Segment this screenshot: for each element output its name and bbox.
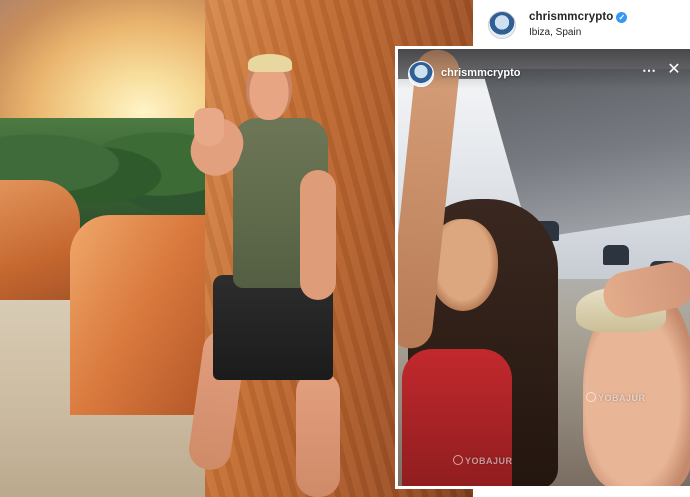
watermark: YOBAJUR [453,455,513,466]
profile-username[interactable]: chrismmcrypto ✓ [529,11,628,23]
person-leg-right [296,372,340,497]
watermark-logo-icon [586,392,596,402]
story-username[interactable]: chrismmcrypto [441,67,520,79]
watermark-logo-icon [453,455,463,465]
watermark: YOBAJUR [586,392,646,403]
boat-seat [603,245,629,265]
close-icon[interactable]: ✕ [666,62,682,78]
profile-location[interactable]: Ibiza, Spain [529,27,581,38]
profile-username-text[interactable]: chrismmcrypto [529,11,613,23]
cliff-left [0,180,80,310]
more-options-icon[interactable]: ⋯ [641,62,657,78]
profile-avatar[interactable] [488,11,516,39]
peace-sign-hand [194,108,224,146]
profile-header: chrismmcrypto ✓ Ibiza, Spain [473,0,690,48]
story-panel: YOBAJUR YOBAJUR chrismmcrypto ⋯ ✕ [395,46,690,489]
person-hair [248,54,292,72]
person-arm-right [300,170,336,300]
verified-badge-icon: ✓ [616,12,628,23]
woman-red-top [402,349,512,486]
story-avatar[interactable] [408,61,434,87]
